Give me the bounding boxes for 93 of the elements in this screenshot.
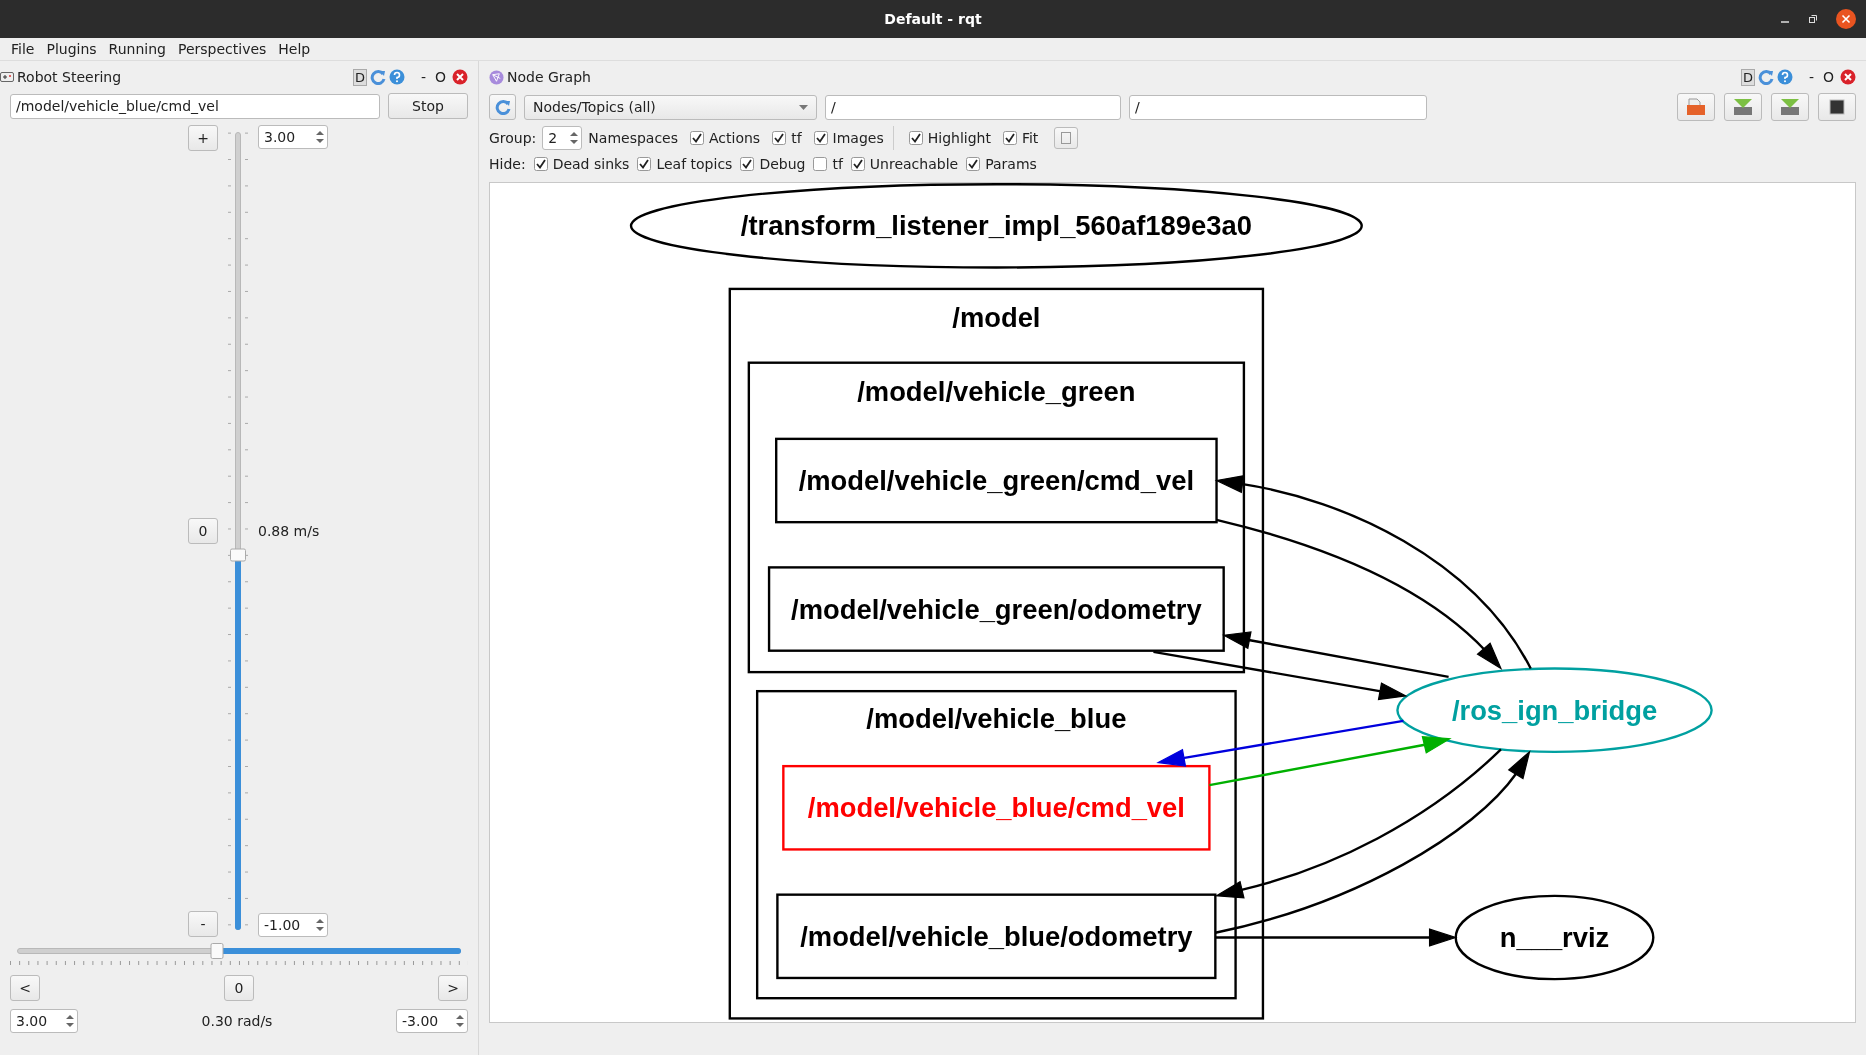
min-turn-spinbox[interactable]: -3.00 — [396, 1009, 468, 1033]
reset-button[interactable]: 0 — [224, 975, 254, 1001]
slider-thumb[interactable] — [230, 548, 246, 562]
panel-title: Node Graph — [507, 69, 591, 85]
checkbox[interactable] — [637, 157, 652, 171]
node-filter-field[interactable]: / — [825, 94, 1121, 120]
checkbox[interactable] — [772, 131, 787, 145]
group-label: Group: — [489, 130, 537, 146]
float-button[interactable]: O — [1819, 69, 1837, 85]
square-icon[interactable] — [1829, 99, 1845, 115]
refresh-icon[interactable] — [369, 69, 386, 85]
open-file-button[interactable] — [1677, 93, 1715, 121]
download-icon[interactable] — [1733, 98, 1753, 116]
hide-label: Hide: — [489, 156, 526, 172]
topic-node[interactable]: /model/vehicle_blue/odometry — [776, 893, 1217, 980]
refresh-icon[interactable] — [1757, 69, 1774, 85]
checkbox[interactable] — [813, 131, 828, 145]
menu-item[interactable]: Help — [273, 41, 316, 57]
fit-view-button[interactable] — [1054, 127, 1079, 149]
mode-dropdown[interactable]: Nodes/Topics (all) — [524, 94, 817, 120]
menu-item[interactable]: Perspectives — [172, 41, 272, 57]
graph-icon — [489, 69, 504, 85]
group-spinbox[interactable]: 2 — [542, 126, 583, 150]
close-icon[interactable] — [1836, 9, 1856, 29]
checkbox-label: Fit — [1021, 130, 1039, 146]
window-title: Default - rqt — [884, 11, 982, 27]
spin-arrows-icon[interactable] — [569, 130, 580, 146]
increase-button[interactable]: + — [188, 125, 218, 151]
max-turn-spinbox[interactable]: 3.00 — [10, 1009, 78, 1033]
reset-button[interactable]: 0 — [188, 518, 218, 544]
turn-reading: 0.30 rad/s — [201, 1013, 273, 1029]
spin-arrows-icon[interactable] — [315, 129, 325, 145]
spin-arrows-icon[interactable] — [315, 917, 325, 933]
caret-icon[interactable] — [799, 104, 808, 110]
checkbox[interactable] — [690, 131, 704, 145]
dock-button[interactable]: D — [1740, 68, 1755, 86]
menu-item[interactable]: Plugins — [41, 41, 102, 57]
speed-reading: 0.88 m/s — [258, 523, 320, 539]
graph-node[interactable]: n___rviz — [1454, 894, 1655, 981]
turn-right-button[interactable]: > — [438, 975, 468, 1001]
checkbox-label: tf — [832, 156, 843, 172]
checkbox-label: Images — [832, 130, 884, 146]
checkbox-label: Actions — [709, 130, 761, 146]
checkbox-label: Dead sinks — [552, 156, 630, 172]
checkbox[interactable] — [813, 157, 828, 171]
checkbox[interactable] — [533, 157, 548, 171]
slider-thumb[interactable] — [210, 943, 224, 959]
checkbox-label: Params — [985, 156, 1037, 172]
min-speed-spinbox[interactable]: -1.00 — [258, 913, 328, 937]
dock-button[interactable]: D — [352, 68, 367, 86]
square-button[interactable] — [1818, 93, 1856, 121]
decrease-button[interactable]: - — [188, 911, 218, 937]
cluster-label: /model/vehicle_blue — [866, 703, 1127, 735]
checkbox-label: Unreachable — [869, 156, 959, 172]
cluster-label: /model — [952, 302, 1041, 333]
float-button[interactable]: O — [431, 69, 449, 85]
help-icon[interactable] — [1776, 69, 1793, 85]
spin-arrows-icon[interactable] — [65, 1013, 75, 1029]
checkbox[interactable] — [740, 157, 755, 171]
download-icon[interactable] — [1780, 98, 1800, 116]
checkbox[interactable] — [966, 157, 981, 171]
restore-icon[interactable] — [1808, 14, 1818, 24]
topic-filter-field[interactable]: / — [1129, 94, 1427, 120]
save-image-button[interactable] — [1771, 93, 1809, 121]
refresh-icon[interactable] — [494, 99, 511, 115]
topic-node[interactable]: /model/vehicle_green/cmd_vel — [775, 437, 1218, 524]
save-dot-button[interactable] — [1724, 93, 1762, 121]
panel-title: Robot Steering — [17, 69, 122, 85]
cluster-label: /model/vehicle_green — [857, 375, 1136, 407]
topic-node[interactable]: /model/vehicle_blue/cmd_vel — [782, 764, 1211, 851]
page-icon[interactable] — [1061, 132, 1072, 144]
checkbox-label: tf — [791, 130, 802, 146]
checkbox-label: Leaf topics — [656, 156, 733, 172]
spin-arrows-icon[interactable] — [455, 1013, 465, 1029]
menu-item[interactable]: File — [6, 41, 40, 57]
checkbox[interactable] — [908, 131, 923, 145]
menu-item[interactable]: Running — [103, 41, 171, 57]
checkbox-label: Highlight — [927, 130, 991, 146]
graph-node[interactable]: /transform_listener_impl_560af189e3a0 — [629, 183, 1363, 269]
topic-node[interactable]: /model/vehicle_green/odometry — [767, 566, 1225, 652]
help-icon[interactable] — [388, 69, 405, 85]
topic-field[interactable]: /model/vehicle_blue/cmd_vel — [10, 93, 380, 119]
minimize-button[interactable]: - — [1805, 69, 1817, 85]
checkbox[interactable] — [1002, 131, 1017, 145]
folder-icon[interactable] — [1686, 98, 1706, 116]
turn-left-button[interactable]: < — [10, 975, 40, 1001]
stop-button[interactable]: Stop — [388, 93, 468, 119]
namespaces-label: Namespaces — [588, 130, 678, 146]
refresh-button[interactable] — [489, 94, 516, 120]
checkbox[interactable] — [850, 157, 865, 171]
minimize-button[interactable]: - — [417, 69, 429, 85]
checkbox-label: Debug — [759, 156, 806, 172]
max-speed-spinbox[interactable]: 3.00 — [258, 125, 328, 149]
